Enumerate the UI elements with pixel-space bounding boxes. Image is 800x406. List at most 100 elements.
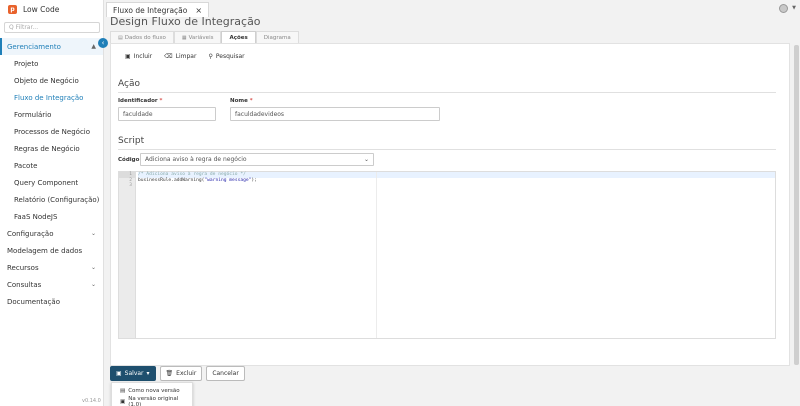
nav-group-label: Configuração <box>7 229 54 238</box>
identificador-label: Identificador * <box>118 98 162 104</box>
tab-label: Variáveis <box>188 34 214 41</box>
sidebar-item-query-component[interactable]: Query Component <box>0 174 103 191</box>
tab-label: Dados do fluxo <box>124 34 166 41</box>
brand-logo-icon: p <box>8 5 17 14</box>
tab-variaveis[interactable]: ▦ Variáveis <box>173 31 222 43</box>
close-icon[interactable]: × <box>195 6 202 15</box>
tab-dados-fluxo[interactable]: ▤ Dados do fluxo <box>110 31 174 43</box>
eraser-icon: ⌫ <box>164 53 173 60</box>
sidebar-item-faas-nodejs[interactable]: FaaS NodeJS <box>0 208 103 225</box>
nome-label: Nome * <box>230 98 253 104</box>
code-token: ); <box>251 177 257 183</box>
pesquisar-label: Pesquisar <box>215 53 245 60</box>
save-button[interactable]: ▣ Salvar ▾ <box>110 366 156 381</box>
brand[interactable]: p Low Code <box>0 0 103 19</box>
code-token: businessRule.addWarning( <box>138 177 205 183</box>
tab-diagrama[interactable]: Diagrama <box>255 31 299 43</box>
menu-item-label: Na versão original (1.0) <box>128 395 179 406</box>
required-mark: * <box>249 98 253 104</box>
sidebar-item-formulario[interactable]: Formulário <box>0 106 103 123</box>
section-title-acao: Ação <box>118 79 140 89</box>
collapse-sidebar-icon[interactable]: ‹ <box>98 38 108 48</box>
editor-gutter: 1 2 3 <box>119 172 136 338</box>
chevron-down-icon: ⌄ <box>90 264 96 271</box>
save-icon: ▣ <box>116 370 122 377</box>
cancel-button[interactable]: Cancelar <box>206 366 245 381</box>
document-icon: ▤ <box>120 387 126 394</box>
scroll-thumb[interactable] <box>794 45 799 365</box>
divider <box>118 92 776 93</box>
caret-down-icon: ▾ <box>146 370 150 377</box>
codigo-select-value: Adiciona aviso à regra de negócio <box>145 156 247 163</box>
code-editor[interactable]: 1 2 3 /* Adiciona aviso à regra de negóc… <box>118 171 776 339</box>
sidebar-item-fluxo-integracao[interactable]: Fluxo de Integração <box>0 89 103 106</box>
required-mark: * <box>159 98 163 104</box>
sidebar-item-objeto-negocio[interactable]: Objeto de Negócio <box>0 72 103 89</box>
chevron-down-icon[interactable]: ▼ <box>792 5 796 11</box>
delete-button[interactable]: 🗑 Excluir <box>159 366 203 381</box>
menu-item-nova-versao[interactable]: ▤ Como nova versão <box>112 385 192 396</box>
line-number: 3 <box>129 183 132 188</box>
trash-icon: 🗑 <box>165 370 174 377</box>
menu-item-label: Como nova versão <box>128 387 180 394</box>
code-area[interactable]: /* Adiciona aviso à regra de negócio */ … <box>138 172 775 189</box>
sidebar-item-regras-negocio[interactable]: Regras de Negócio <box>0 140 103 157</box>
sidebar-item-pacote[interactable]: Pacote <box>0 157 103 174</box>
pesquisar-button[interactable]: ⚲ Pesquisar <box>208 53 244 60</box>
page-tabs: ▤ Dados do fluxo ▦ Variáveis Ações Diagr… <box>110 31 299 43</box>
nome-label-text: Nome <box>230 98 248 104</box>
limpar-label: Limpar <box>175 53 197 60</box>
document-tab-label: Fluxo de Integração <box>113 5 188 15</box>
codigo-label: Código <box>118 157 140 163</box>
identificador-label-text: Identificador <box>118 98 158 104</box>
incluir-button[interactable]: ▣ Incluir <box>125 53 152 60</box>
save-icon: ▣ <box>120 398 126 405</box>
nav-group-recursos[interactable]: Recursos ⌄ <box>0 259 103 276</box>
identificador-field[interactable]: faculdade <box>118 107 216 121</box>
chevron-up-icon: ▲ <box>91 43 96 50</box>
sidebar-item-relatorio[interactable]: Relatório (Configuração) <box>0 191 103 208</box>
sidebar-item-projeto[interactable]: Projeto <box>0 55 103 72</box>
page-title: Design Fluxo de Integração <box>110 15 261 28</box>
search-icon: ⚲ <box>208 53 213 60</box>
chevron-down-icon: ⌄ <box>363 156 369 163</box>
save-label: Salvar <box>124 370 144 377</box>
chevron-down-icon: ⌄ <box>90 281 96 288</box>
nav-group-gerenciamento[interactable]: Gerenciamento ▲ <box>0 38 103 55</box>
sidebar-search-input[interactable] <box>4 22 100 33</box>
limpar-button[interactable]: ⌫ Limpar <box>164 53 196 60</box>
nav-group-label: Modelagem de dados <box>7 246 83 255</box>
nav-group-configuracao[interactable]: Configuração ⌄ <box>0 225 103 242</box>
tab-label: Ações <box>229 34 248 41</box>
sidebar-item-processos-negocio[interactable]: Processos de Negócio <box>0 123 103 140</box>
form-actions: ▣ Salvar ▾ 🗑 Excluir Cancelar <box>110 366 245 381</box>
nav-group-documentacao[interactable]: Documentação <box>0 293 103 310</box>
grid-icon: ▦ <box>181 34 187 41</box>
tab-acoes[interactable]: Ações <box>221 31 256 43</box>
actions-panel: ▣ Incluir ⌫ Limpar ⚲ Pesquisar Ação Iden… <box>110 43 790 366</box>
nav-list: Gerenciamento ▲ Projeto Objeto de Negóci… <box>0 38 103 310</box>
page-scrollbar[interactable] <box>792 17 800 406</box>
nav-group-label: Gerenciamento <box>7 42 61 51</box>
menu-item-versao-original[interactable]: ▣ Na versão original (1.0) <box>112 396 192 406</box>
nav-group-modelagem[interactable]: Modelagem de dados <box>0 242 103 259</box>
incluir-label: Incluir <box>133 53 153 60</box>
nav-group-consultas[interactable]: Consultas ⌄ <box>0 276 103 293</box>
code-string: "warning message" <box>204 177 252 183</box>
main-content: Design Fluxo de Integração ▤ Dados do fl… <box>110 15 790 406</box>
app-name: Low Code <box>23 5 60 14</box>
document-icon: ▤ <box>118 34 123 41</box>
app-version: v0.14.0 <box>82 398 101 404</box>
save-dropdown-menu: ▤ Como nova versão ▣ Na versão original … <box>111 382 193 406</box>
nav-group-label: Recursos <box>7 263 39 272</box>
user-avatar-icon[interactable] <box>779 4 788 13</box>
codigo-select[interactable]: Adiciona aviso à regra de negócio ⌄ <box>140 153 374 166</box>
nome-field[interactable]: faculdadevideos <box>230 107 440 121</box>
chevron-down-icon: ⌄ <box>90 230 96 237</box>
sidebar: p Low Code Gerenciamento ▲ Projeto Objet… <box>0 0 104 406</box>
delete-label: Excluir <box>176 370 197 377</box>
section-title-script: Script <box>118 136 145 146</box>
toolbar: ▣ Incluir ⌫ Limpar ⚲ Pesquisar <box>125 53 245 60</box>
print-margin <box>376 172 377 338</box>
